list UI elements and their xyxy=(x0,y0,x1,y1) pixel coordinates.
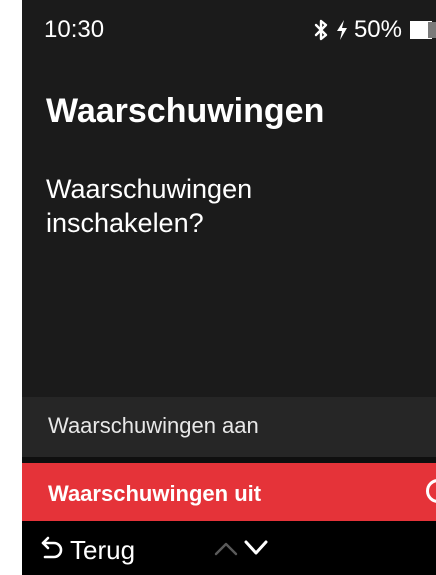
scroll-arrows xyxy=(212,537,270,564)
radio-icon xyxy=(426,479,436,503)
option-warnings-on[interactable]: Waarschuwingen aan xyxy=(22,397,436,457)
status-time: 10:30 xyxy=(44,16,105,43)
down-arrow-icon[interactable] xyxy=(242,537,270,564)
bluetooth-icon xyxy=(312,18,330,42)
prompt-question: Waarschuwingen inschakelen? xyxy=(46,174,253,238)
back-arrow-icon xyxy=(40,534,64,567)
page-title: Waarschuwingen xyxy=(46,92,325,130)
charging-icon xyxy=(334,18,350,42)
status-icons: 50% xyxy=(312,16,436,44)
up-arrow-icon[interactable] xyxy=(212,537,240,564)
option-warnings-off[interactable]: Waarschuwingen uit xyxy=(22,463,436,521)
bottom-nav-bar: Terug xyxy=(22,521,436,575)
option-warnings-off-label: Waarschuwingen uit xyxy=(48,481,262,506)
battery-icon xyxy=(410,21,436,39)
battery-percent: 50% xyxy=(353,16,402,43)
status-bar: 10:30 50% xyxy=(22,0,436,60)
option-warnings-on-label: Waarschuwingen aan xyxy=(48,413,259,438)
back-label: Terug xyxy=(70,534,136,565)
back-button[interactable]: Terug xyxy=(40,533,135,567)
device-screen: 10:30 50% Waarschuwingen Waarschuwingen … xyxy=(22,0,436,575)
